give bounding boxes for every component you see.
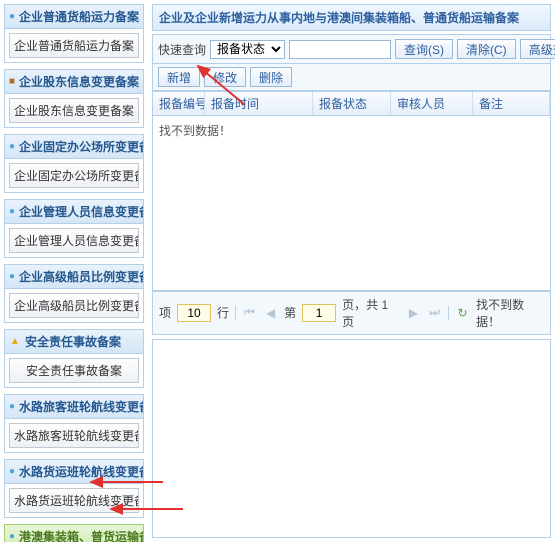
last-page-icon[interactable]: ⏭ — [427, 305, 442, 321]
sidebar-section-3: ●企业管理人员信息变更备案企业管理人员信息变更备案 — [4, 199, 144, 258]
sidebar-section-2: ●企业固定办公场所变更备案企业固定办公场所变更备案 — [4, 134, 144, 193]
section-icon: ● — [9, 401, 15, 413]
search-input[interactable] — [289, 40, 391, 59]
pager: 项 行 ⏮ ◀ 第 页，共 1 页 ▶ ⏭ ↻ 找不到数据！ — [152, 291, 551, 335]
sidebar: ●企业普通货船运力备案企业普通货船运力备案■企业股东信息变更备案企业股东信息变更… — [0, 0, 148, 542]
section-icon: ▲ — [9, 336, 21, 348]
main-area: 企业及企业新增运力从事内地与港澳间集装箱船、普通货船运输备案 快速查询 报备状态… — [148, 0, 555, 542]
toolbar: 新增 修改 删除 — [152, 64, 551, 91]
sidebar-section-header[interactable]: ● 水路货运班轮航线变更备案 — [5, 460, 143, 484]
sidebar-section-body: 水路货运班轮航线变更备案 — [5, 484, 143, 517]
section-title: 水路旅客班轮航线变更备案 — [19, 398, 143, 415]
sidebar-item[interactable]: 安全责任事故备案 — [9, 358, 139, 383]
add-button[interactable]: 新增 — [158, 67, 200, 87]
sidebar-item[interactable]: 企业固定办公场所变更备案 — [9, 163, 139, 188]
edit-button[interactable]: 修改 — [204, 67, 246, 87]
section-icon: ● — [9, 466, 15, 478]
delete-button[interactable]: 删除 — [250, 67, 292, 87]
pager-per-label1: 项 — [159, 304, 171, 321]
sidebar-section-4: ●企业高级船员比例变更备案企业高级船员比例变更备案 — [4, 264, 144, 323]
sidebar-section-5: ▲安全责任事故备案安全责任事故备案 — [4, 329, 144, 388]
advanced-query-button[interactable]: 高级查询(H) — [520, 39, 555, 59]
separator — [448, 306, 449, 320]
sidebar-section-header[interactable]: ● 企业管理人员信息变更备案 — [5, 200, 143, 224]
grid-col-header[interactable]: 报备状态 — [313, 92, 391, 115]
sidebar-section-body: 企业普通货船运力备案 — [5, 29, 143, 62]
section-title: 企业高级船员比例变更备案 — [19, 268, 143, 285]
section-icon: ● — [9, 11, 15, 23]
empty-panel — [152, 339, 551, 539]
section-title: 企业股东信息变更备案 — [19, 73, 139, 90]
sidebar-section-body: 企业管理人员信息变更备案 — [5, 224, 143, 257]
sidebar-section-body: 企业高级船员比例变更备案 — [5, 289, 143, 322]
sidebar-section-header[interactable]: ▲ 安全责任事故备案 — [5, 330, 143, 354]
sidebar-section-header[interactable]: ● 港澳集装箱、普货运输备案 — [5, 525, 143, 542]
section-icon: ● — [9, 271, 15, 283]
first-page-icon[interactable]: ⏮ — [242, 305, 257, 321]
next-page-icon[interactable]: ▶ — [406, 305, 421, 321]
pager-page-label1: 第 — [284, 304, 296, 321]
pager-per-input[interactable] — [177, 304, 211, 322]
prev-page-icon[interactable]: ◀ — [263, 305, 278, 321]
sidebar-section-body: 安全责任事故备案 — [5, 354, 143, 387]
sidebar-section-6: ●水路旅客班轮航线变更备案水路旅客班轮航线变更备案 — [4, 394, 144, 453]
search-bar: 快速查询 报备状态 查询(S) 清除(C) 高级查询(H) — [152, 34, 551, 64]
sidebar-section-body: 企业固定办公场所变更备案 — [5, 159, 143, 192]
section-icon: ● — [9, 531, 15, 542]
sidebar-section-body: 企业股东信息变更备案 — [5, 94, 143, 127]
sidebar-section-8: ●港澳集装箱、普货运输备案企业及企业新增运力企业或船舶退出 — [4, 524, 144, 542]
refresh-icon[interactable]: ↻ — [455, 305, 470, 321]
separator — [235, 306, 236, 320]
pager-per-label2: 行 — [217, 304, 229, 321]
section-title: 企业管理人员信息变更备案 — [19, 203, 143, 220]
sidebar-section-header[interactable]: ● 企业高级船员比例变更备案 — [5, 265, 143, 289]
grid-header: 报备编号报备时间报备状态审核人员备注 — [153, 92, 550, 116]
grid-col-header[interactable]: 报备编号 — [153, 92, 205, 115]
section-title: 水路货运班轮航线变更备案 — [19, 463, 143, 480]
pager-page-input[interactable] — [302, 304, 336, 322]
sidebar-section-7: ●水路货运班轮航线变更备案水路货运班轮航线变更备案 — [4, 459, 144, 518]
sidebar-section-body: 水路旅客班轮航线变更备案 — [5, 419, 143, 452]
grid-col-header[interactable]: 审核人员 — [391, 92, 473, 115]
sidebar-section-header[interactable]: ● 企业固定办公场所变更备案 — [5, 135, 143, 159]
pager-page-label2: 页，共 1 页 — [342, 296, 400, 330]
sidebar-section-1: ■企业股东信息变更备案企业股东信息变更备案 — [4, 69, 144, 128]
sidebar-item[interactable]: 水路旅客班轮航线变更备案 — [9, 423, 139, 448]
grid-empty-text: 找不到数据！ — [153, 116, 550, 290]
section-title: 港澳集装箱、普货运输备案 — [19, 528, 143, 542]
section-title: 企业固定办公场所变更备案 — [19, 138, 143, 155]
sidebar-section-header[interactable]: ● 水路旅客班轮航线变更备案 — [5, 395, 143, 419]
data-grid: 报备编号报备时间报备状态审核人员备注 找不到数据！ — [152, 91, 551, 291]
grid-col-header[interactable]: 备注 — [473, 92, 550, 115]
sidebar-item[interactable]: 企业普通货船运力备案 — [9, 33, 139, 58]
page-title: 企业及企业新增运力从事内地与港澳间集装箱船、普通货船运输备案 — [152, 4, 551, 31]
clear-button[interactable]: 清除(C) — [457, 39, 516, 59]
sidebar-section-0: ●企业普通货船运力备案企业普通货船运力备案 — [4, 4, 144, 63]
section-icon: ● — [9, 206, 15, 218]
section-title: 安全责任事故备案 — [25, 333, 121, 350]
sidebar-item[interactable]: 企业高级船员比例变更备案 — [9, 293, 139, 318]
query-button[interactable]: 查询(S) — [395, 39, 453, 59]
search-label: 快速查询 — [158, 41, 206, 58]
search-select[interactable]: 报备状态 — [210, 40, 285, 59]
section-title: 企业普通货船运力备案 — [19, 8, 139, 25]
grid-col-header[interactable]: 报备时间 — [205, 92, 313, 115]
sidebar-section-header[interactable]: ■ 企业股东信息变更备案 — [5, 70, 143, 94]
sidebar-section-header[interactable]: ● 企业普通货船运力备案 — [5, 5, 143, 29]
section-icon: ■ — [9, 76, 15, 88]
sidebar-item[interactable]: 企业管理人员信息变更备案 — [9, 228, 139, 253]
sidebar-item[interactable]: 企业股东信息变更备案 — [9, 98, 139, 123]
section-icon: ● — [9, 141, 15, 153]
sidebar-item[interactable]: 水路货运班轮航线变更备案 — [9, 488, 139, 513]
pager-status: 找不到数据！ — [476, 296, 544, 330]
